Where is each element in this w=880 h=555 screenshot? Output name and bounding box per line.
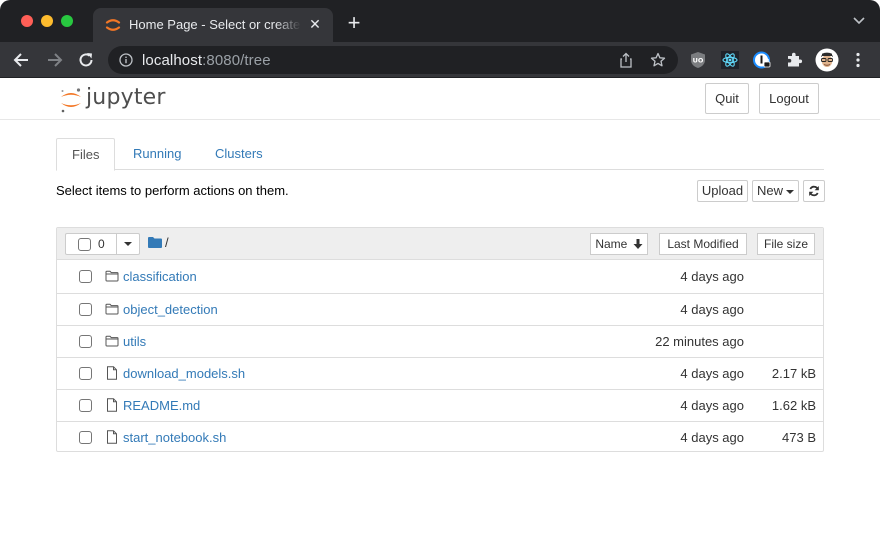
tab-title: Home Page - Select or create a notebook — [129, 17, 301, 32]
item-last-modified: 22 minutes ago — [655, 334, 744, 349]
new-dropdown-button[interactable]: New — [752, 180, 799, 202]
folder-outline-icon — [105, 303, 119, 315]
breadcrumb-root[interactable]: / — [165, 235, 169, 250]
main-tabs: Files Running Clusters — [56, 138, 824, 171]
logout-button[interactable]: Logout — [759, 83, 819, 114]
browser-toolbar: localhost:8080/tree UO — [0, 42, 880, 78]
item-checkbox[interactable] — [79, 303, 92, 316]
menu-kebab-icon[interactable] — [848, 50, 868, 70]
item-last-modified: 4 days ago — [680, 302, 744, 317]
refresh-button[interactable] — [803, 180, 825, 202]
item-last-modified: 4 days ago — [680, 366, 744, 381]
svg-text:UO: UO — [693, 57, 704, 65]
list-item[interactable]: start_notebook.sh 4 days ago 473 B — [57, 421, 823, 453]
select-all-checkbox[interactable] — [78, 238, 91, 251]
refresh-icon — [809, 185, 819, 196]
list-item[interactable]: download_models.sh 4 days ago 2.17 kB — [57, 357, 823, 389]
file-listing: 0 / Name Last Modified File size classif… — [56, 227, 824, 452]
item-name-link[interactable]: classification — [123, 269, 197, 284]
listing-header: 0 / Name Last Modified File size — [57, 228, 823, 260]
item-last-modified: 4 days ago — [680, 269, 744, 284]
item-checkbox[interactable] — [79, 335, 92, 348]
list-item[interactable]: object_detection 4 days ago — [57, 293, 823, 325]
file-outline-icon — [107, 430, 117, 444]
sort-by-file-size-button[interactable]: File size — [757, 233, 815, 255]
url-host: localhost — [142, 52, 203, 69]
list-item[interactable]: utils 22 minutes ago — [57, 325, 823, 357]
tab-clusters[interactable]: Clusters — [200, 138, 278, 170]
sort-name-label: Name — [595, 237, 628, 251]
sort-by-last-modified-button[interactable]: Last Modified — [659, 233, 747, 255]
react-devtools-icon[interactable] — [720, 50, 740, 70]
select-all-group: 0 — [65, 233, 140, 255]
file-outline-icon — [107, 366, 117, 380]
select-menu-dropdown[interactable] — [117, 234, 139, 254]
list-item[interactable]: classification 4 days ago — [57, 261, 823, 293]
url-port-path: :8080/tree — [202, 52, 271, 69]
selection-hint: Select items to perform actions on them. — [56, 183, 289, 198]
new-tab-button[interactable]: + — [344, 12, 364, 34]
extensions-puzzle-icon[interactable] — [784, 50, 804, 70]
jupyter-page: jupyter Quit Logout Files Running Cluste… — [0, 79, 880, 555]
folder-outline-icon — [105, 335, 119, 347]
window-close-button[interactable] — [21, 15, 33, 27]
jupyter-logo-text: jupyter — [86, 85, 166, 110]
tab-search-chevron-icon[interactable] — [852, 16, 866, 26]
item-name-link[interactable]: utils — [123, 334, 146, 349]
jupyter-favicon-icon — [105, 19, 121, 31]
item-last-modified: 4 days ago — [680, 430, 744, 445]
folder-icon — [148, 237, 162, 248]
item-file-size: 1.62 kB — [771, 398, 816, 413]
item-name-link[interactable]: README.md — [123, 398, 200, 413]
item-checkbox[interactable] — [79, 367, 92, 380]
info-icon[interactable] — [119, 53, 133, 67]
password-manager-icon[interactable] — [752, 50, 772, 70]
browser-tab[interactable]: Home Page - Select or create a notebook … — [93, 8, 333, 42]
share-icon[interactable] — [618, 52, 634, 68]
url-text[interactable]: localhost:8080/tree — [142, 52, 271, 69]
back-icon[interactable] — [12, 50, 32, 70]
item-name-link[interactable]: download_models.sh — [123, 366, 245, 381]
item-checkbox[interactable] — [79, 431, 92, 444]
jupyter-logo-icon — [61, 88, 81, 113]
item-file-size: 473 B — [782, 430, 816, 445]
forward-icon[interactable] — [44, 50, 64, 70]
window-minimize-button[interactable] — [41, 15, 53, 27]
tab-close-icon[interactable]: ✕ — [307, 16, 323, 32]
sort-by-name-button[interactable]: Name — [590, 233, 648, 255]
item-name-link[interactable]: start_notebook.sh — [123, 430, 226, 445]
caret-down-icon — [786, 189, 794, 194]
folder-outline-icon — [105, 270, 119, 282]
item-checkbox[interactable] — [79, 270, 92, 283]
item-checkbox[interactable] — [79, 399, 92, 412]
item-name-link[interactable]: object_detection — [123, 302, 218, 317]
jupyter-header: jupyter Quit Logout — [0, 79, 880, 120]
window-zoom-button[interactable] — [61, 15, 73, 27]
profile-avatar[interactable] — [815, 48, 839, 72]
tab-running[interactable]: Running — [118, 138, 196, 170]
selected-count: 0 — [98, 237, 105, 251]
quit-button[interactable]: Quit — [705, 83, 749, 114]
upload-button[interactable]: Upload — [697, 180, 748, 202]
jupyter-logo[interactable]: jupyter — [58, 83, 170, 115]
browser-titlebar: Home Page - Select or create a notebook … — [0, 0, 880, 42]
ublock-icon[interactable]: UO — [688, 50, 708, 70]
bookmark-star-icon[interactable] — [650, 52, 666, 68]
caret-down-icon — [124, 242, 132, 246]
reload-icon[interactable] — [76, 50, 96, 70]
tab-files[interactable]: Files — [56, 138, 116, 171]
arrow-down-icon — [633, 238, 643, 249]
file-outline-icon — [107, 398, 117, 412]
item-file-size: 2.17 kB — [771, 366, 816, 381]
list-item[interactable]: README.md 4 days ago 1.62 kB — [57, 389, 823, 421]
item-last-modified: 4 days ago — [680, 398, 744, 413]
address-bar[interactable]: localhost:8080/tree — [108, 46, 678, 74]
new-label: New — [756, 183, 783, 198]
